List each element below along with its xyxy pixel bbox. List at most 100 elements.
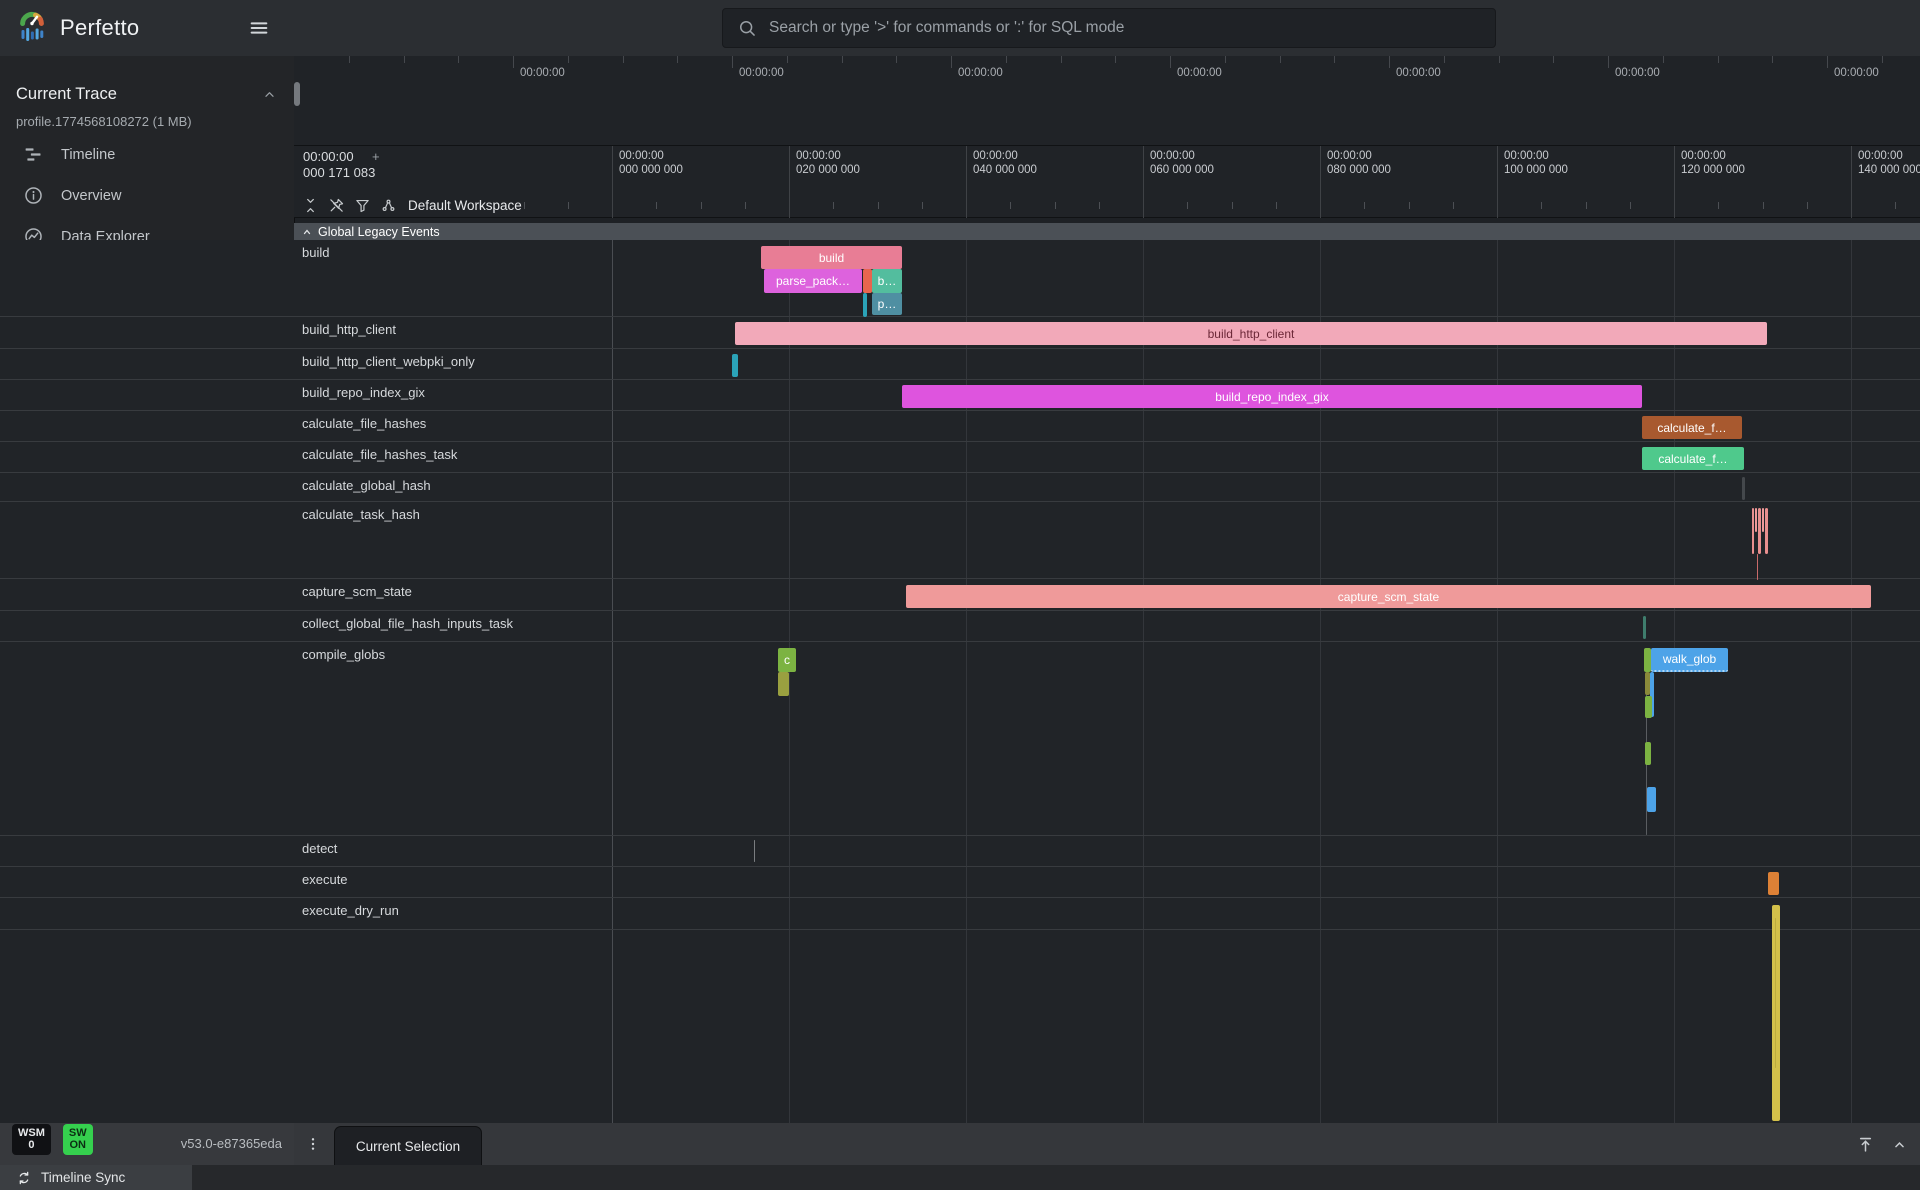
filter-icon[interactable] <box>354 197 371 214</box>
slice-parse-pack-[interactable]: parse_pack… <box>764 269 862 293</box>
slice-build-repo-index-gix[interactable]: build_repo_index_gix <box>902 385 1642 408</box>
timeline-sync-button[interactable]: Timeline Sync <box>0 1165 192 1190</box>
track-name-label: calculate_global_hash <box>302 478 431 493</box>
ruler-minor-tick <box>1630 202 1631 209</box>
overview-brush-handle[interactable] <box>294 82 300 106</box>
slice[interactable] <box>754 840 755 862</box>
workspace-label[interactable]: Default Workspace <box>408 198 522 213</box>
ruler-minor-tick <box>1763 202 1764 209</box>
workspace-icon[interactable] <box>380 197 397 214</box>
slice-calculate-f-[interactable]: calculate_f… <box>1642 447 1744 470</box>
ruler-minor-tick <box>479 202 480 209</box>
overview-tick <box>787 56 788 63</box>
slice[interactable] <box>1645 696 1652 718</box>
ruler-time-label: 00:00:00 080 000 000 <box>1321 146 1497 178</box>
sidebar-section-current-trace[interactable]: Current Trace <box>0 76 294 112</box>
timeline-overview-minimap[interactable]: 00:00:0000:00:0000:00:0000:00:0000:00:00… <box>294 56 1920 146</box>
slice-b-[interactable]: b… <box>872 269 902 293</box>
overview-tick <box>1170 56 1171 68</box>
collapse-icon[interactable] <box>302 197 319 214</box>
slice[interactable] <box>1752 508 1754 554</box>
chevron-up-icon <box>261 86 278 103</box>
slice[interactable] <box>1762 508 1764 532</box>
slice[interactable] <box>1758 508 1761 554</box>
track-row-build[interactable] <box>0 240 1920 317</box>
track-name-label: build_repo_index_gix <box>302 385 425 400</box>
track-row-compile_globs[interactable] <box>0 642 1920 836</box>
overview-tick <box>1444 56 1445 63</box>
ruler-minor-tick <box>1807 202 1808 209</box>
search-placeholder: Search or type '>' for commands or ':' f… <box>769 19 1124 37</box>
ruler-minor-tick <box>1718 202 1719 209</box>
track-row-execute_dry_run[interactable] <box>0 898 1920 930</box>
menu-toggle-icon[interactable] <box>248 17 270 39</box>
ruler-minor-tick <box>568 202 569 209</box>
bottom-tabbar: Current Selection <box>294 1123 1920 1165</box>
track-row-calculate_file_hashes[interactable] <box>0 411 1920 442</box>
track-group-global-legacy-events[interactable]: Global Legacy Events <box>294 223 1920 241</box>
slice-p-[interactable]: p… <box>872 293 902 315</box>
ruler-minor-tick <box>1187 202 1188 209</box>
overview-tick <box>349 56 350 63</box>
version-label: v53.0-e87365eda <box>181 1136 282 1155</box>
sidebar-item-overview[interactable]: Overview <box>0 175 294 216</box>
overview-tick <box>513 56 514 68</box>
track-row-calculate_global_hash[interactable] <box>0 473 1920 502</box>
slice[interactable] <box>732 354 738 377</box>
track-name-label: build <box>302 245 329 260</box>
slice-build-http-client[interactable]: build_http_client <box>735 322 1767 345</box>
overview-tick <box>1115 56 1116 63</box>
track-name-label: detect <box>302 841 337 856</box>
item-label: Overview <box>61 188 121 204</box>
track-row-detect[interactable] <box>0 836 1920 867</box>
track-row-build_http_client_webpki_only[interactable] <box>0 349 1920 380</box>
pin-off-icon[interactable] <box>328 197 345 214</box>
timeline-sync-label: Timeline Sync <box>41 1170 125 1185</box>
overview-tick <box>1334 56 1335 63</box>
tracks-area: buildbuildparse_pack…b…p…build_http_clie… <box>0 240 1920 1123</box>
expand-panel-icon[interactable] <box>1891 1136 1908 1153</box>
slice[interactable] <box>1768 872 1779 895</box>
track-row-collect_global_file_hash_inputs_task[interactable] <box>0 611 1920 642</box>
slice[interactable] <box>1775 918 1776 1068</box>
item-label: Timeline <box>61 147 115 163</box>
slice[interactable] <box>863 293 867 317</box>
slice[interactable] <box>1757 554 1758 580</box>
slice-capture-scm-state[interactable]: capture_scm_state <box>906 585 1871 608</box>
slice-walk-glob[interactable]: walk_glob <box>1651 648 1728 672</box>
track-row-calculate_file_hashes_task[interactable] <box>0 442 1920 473</box>
track-row-calculate_task_hash[interactable] <box>0 502 1920 579</box>
track-name-label: collect_global_file_hash_inputs_task <box>302 616 513 631</box>
track-name-label: capture_scm_state <box>302 584 412 599</box>
slice[interactable] <box>778 672 789 696</box>
slice[interactable] <box>1765 508 1768 554</box>
dock-to-top-icon[interactable] <box>1856 1135 1875 1154</box>
track-name-label: compile_globs <box>302 647 385 662</box>
track-row-execute[interactable] <box>0 867 1920 898</box>
status-badge: SW ON <box>63 1124 93 1155</box>
overview-time-label: 00:00:00 <box>520 67 565 79</box>
slice[interactable] <box>1643 616 1646 639</box>
slice[interactable] <box>1647 787 1656 812</box>
slice-c[interactable]: c <box>778 648 796 672</box>
ruler-time-label: 00:00:00 020 000 000 <box>790 146 966 178</box>
overview-tick <box>1006 56 1007 63</box>
overview-tick <box>1280 56 1281 63</box>
slice[interactable] <box>1742 477 1745 500</box>
overview-tick <box>1663 56 1664 63</box>
slice-build[interactable]: build <box>761 246 902 269</box>
slice[interactable] <box>863 269 872 293</box>
ruler-minor-tick <box>1895 202 1896 209</box>
tab-current-selection[interactable]: Current Selection <box>334 1126 482 1166</box>
slice-calculate-f-[interactable]: calculate_f… <box>1642 416 1742 439</box>
slice[interactable] <box>1645 742 1651 765</box>
sidebar-footer: WSM 0SW ON v53.0-e87365eda <box>0 1124 294 1165</box>
search-input[interactable]: Search or type '>' for commands or ':' f… <box>722 8 1496 48</box>
tab-menu-icon[interactable] <box>300 1123 326 1165</box>
slice[interactable] <box>1772 905 1780 1121</box>
sidebar-item-timeline[interactable]: Timeline <box>0 134 294 175</box>
slice[interactable] <box>1755 508 1757 532</box>
slice[interactable] <box>1644 648 1651 672</box>
perfetto-logo-icon[interactable] <box>14 10 50 46</box>
timeline-toolbar: Default Workspace <box>302 197 522 214</box>
